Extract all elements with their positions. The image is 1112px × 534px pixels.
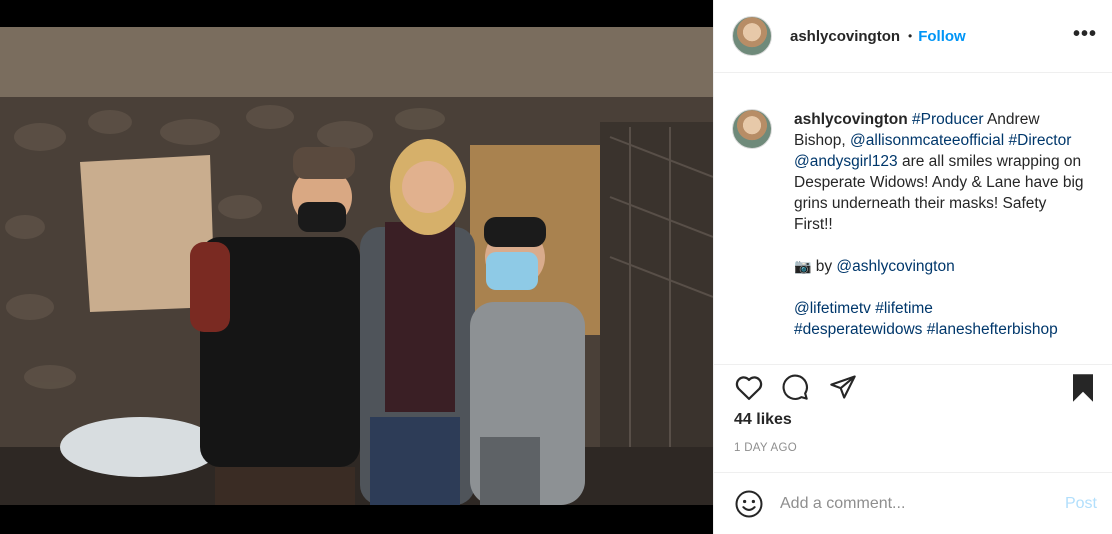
likes-count[interactable]: 44 likes: [734, 411, 792, 429]
hashtag-lifetime[interactable]: #lifetime: [875, 300, 933, 317]
comment-bar: Post: [714, 472, 1112, 534]
caption-tags: @lifetimetv #lifetime #desperatewidows #…: [794, 298, 1084, 340]
mention-ashlycovington[interactable]: @ashlycovington: [836, 258, 954, 275]
camera-icon: 📷: [794, 258, 812, 274]
bookmark-icon[interactable]: [1070, 373, 1096, 408]
mention-allison[interactable]: @allisonmcateeofficial: [850, 132, 1004, 149]
hashtag-producer[interactable]: #Producer: [912, 111, 984, 128]
caption-text: ashlycovington #Producer Andrew Bishop, …: [794, 109, 1084, 364]
post-photo[interactable]: [0, 27, 713, 505]
post-panel: ashlycovington • Follow ••• ashlycovingt…: [713, 0, 1112, 534]
photo-credit-text: by: [811, 258, 837, 275]
mention-lifetimetv[interactable]: @lifetimetv: [794, 300, 871, 317]
more-options-icon[interactable]: •••: [1073, 24, 1097, 44]
comment-icon[interactable]: [780, 373, 810, 406]
post-media[interactable]: [0, 0, 713, 534]
caption-body: ashlycovington #Producer Andrew Bishop, …: [794, 109, 1084, 235]
follow-button[interactable]: Follow: [918, 28, 966, 45]
hashtag-desperatewidows[interactable]: #desperatewidows: [794, 321, 922, 338]
mention-andysgirl[interactable]: @andysgirl123: [794, 153, 898, 170]
hashtag-director[interactable]: #Director: [1009, 132, 1072, 149]
hashtag-laneshefterbishop[interactable]: #laneshefterbishop: [927, 321, 1058, 338]
share-icon[interactable]: [828, 373, 858, 406]
post-header: ashlycovington • Follow •••: [714, 0, 1112, 73]
comment-input[interactable]: [780, 491, 1050, 517]
separator-dot: •: [908, 29, 913, 43]
action-bar: [714, 366, 1112, 416]
author-avatar[interactable]: [732, 16, 772, 56]
emoji-icon[interactable]: [734, 489, 764, 524]
caption-username[interactable]: ashlycovington: [794, 111, 908, 128]
post-timestamp[interactable]: 1 DAY AGO: [734, 442, 797, 454]
post-comment-button[interactable]: Post: [1065, 495, 1097, 513]
photo-credit: 📷 by @ashlycovington: [794, 256, 1084, 277]
author-username[interactable]: ashlycovington: [790, 28, 900, 45]
photo-illustration: [0, 27, 713, 505]
caption-section: ashlycovington #Producer Andrew Bishop, …: [714, 73, 1112, 365]
heart-icon[interactable]: [734, 373, 764, 406]
caption-avatar[interactable]: [732, 109, 772, 149]
